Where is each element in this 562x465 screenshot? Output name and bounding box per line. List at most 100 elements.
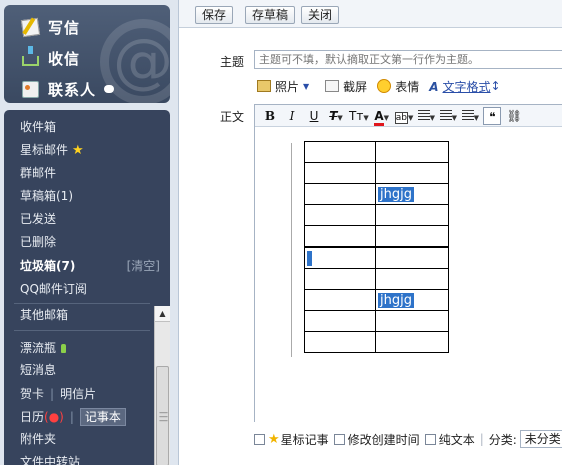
quote-button[interactable]: ❝ <box>483 106 502 125</box>
photo-dropdown-icon[interactable]: ▼ <box>303 82 309 91</box>
folder-other-mailboxes[interactable]: 其他邮箱 <box>20 304 68 326</box>
folder-sent[interactable]: 已发送 <box>20 208 56 230</box>
modify-time-label: 修改创建时间 <box>347 432 420 447</box>
table-cell[interactable] <box>304 162 376 184</box>
font-a-icon: A <box>429 80 439 94</box>
app-postcard[interactable]: 明信片 <box>60 387 96 401</box>
table-cell[interactable] <box>304 289 376 311</box>
indent-button[interactable]: ▼ <box>461 107 479 125</box>
starred-note-option[interactable]: ★ 星标记事 <box>254 431 329 448</box>
table-cell[interactable] <box>375 141 449 163</box>
chat-bubble-icon[interactable] <box>104 85 115 93</box>
nav-divider <box>14 330 150 331</box>
table-cell[interactable] <box>304 310 376 332</box>
chevron-down-icon: ▼ <box>363 113 369 122</box>
app-attachments[interactable]: 附件夹 <box>20 428 56 450</box>
app-calendar-row: 日历(●) | 记事本 <box>20 406 126 428</box>
clear-format-button[interactable]: T▼ <box>327 107 345 125</box>
bg-color-button[interactable]: ab▼ <box>394 107 413 125</box>
contacts-button[interactable]: 联系人 <box>22 77 115 101</box>
table-cell[interactable] <box>304 204 376 226</box>
link-button[interactable]: ⛓ <box>505 107 523 125</box>
editor-content[interactable]: jhgjg jhgjg <box>255 128 562 422</box>
table-cell[interactable] <box>304 183 376 205</box>
emoticon-label: 表情 <box>395 79 420 94</box>
table-cell[interactable] <box>375 247 449 269</box>
inbox-download-icon <box>22 46 39 66</box>
table-cell[interactable] <box>304 268 376 290</box>
app-short-message[interactable]: 短消息 <box>20 359 56 381</box>
table-cell[interactable] <box>375 331 449 353</box>
folder-deleted[interactable]: 已删除 <box>20 231 56 253</box>
content-table[interactable]: jhgjg <box>304 247 449 353</box>
chevron-down-icon: ▼ <box>337 113 343 122</box>
modify-time-checkbox[interactable] <box>333 433 345 445</box>
content-table[interactable]: jhgjg <box>304 141 449 247</box>
calendar-badge: (●) <box>44 410 64 424</box>
close-button[interactable]: 关闭 <box>301 6 340 24</box>
table-cell[interactable] <box>304 331 376 353</box>
list-button[interactable]: ▼ <box>439 107 457 125</box>
table-cell[interactable] <box>304 141 376 163</box>
text-format-button[interactable]: A 文字格式 ↕ <box>429 78 500 95</box>
table-row <box>304 247 449 269</box>
table-cell[interactable] <box>375 204 449 226</box>
folder-starred-label: 星标邮件 <box>20 143 69 157</box>
app-drift-bottle[interactable]: 漂流瓶 <box>20 337 67 359</box>
italic-button[interactable]: I <box>283 107 301 125</box>
folder-group-mail[interactable]: 群邮件 <box>20 162 56 184</box>
starred-note-checkbox[interactable] <box>254 433 265 445</box>
table-cell[interactable] <box>375 268 449 290</box>
table-row <box>304 310 449 332</box>
subject-input[interactable] <box>254 50 562 69</box>
table-cell[interactable]: jhgjg <box>375 183 449 205</box>
table-cell[interactable] <box>375 225 449 247</box>
bold-button[interactable]: B <box>261 107 279 125</box>
quick-actions-panel: @ 写信 收信 联系人 <box>4 5 170 103</box>
nav-scrollbar[interactable]: ▲ — — — <box>154 306 170 465</box>
font-size-icon: Tт <box>349 108 364 123</box>
font-size-button[interactable]: Tт▼ <box>349 107 369 125</box>
table-cell[interactable] <box>304 225 376 247</box>
folder-starred[interactable]: 星标邮件 ★ <box>20 139 84 161</box>
scroll-up-arrow-icon[interactable]: ▲ <box>155 306 170 322</box>
table-cell[interactable] <box>304 247 376 269</box>
folder-drafts[interactable]: 草稿箱(1) <box>20 185 73 207</box>
emoticon-button[interactable]: 表情 <box>377 78 419 95</box>
compose-label: 写信 <box>48 18 81 37</box>
scroll-thumb[interactable]: — — — <box>156 366 169 465</box>
save-button[interactable]: 保存 <box>195 6 234 24</box>
table-cell[interactable] <box>375 162 449 184</box>
plain-text-option[interactable]: 纯文本 <box>424 431 475 448</box>
insert-photo-button[interactable]: 照片 ▼ <box>257 78 315 95</box>
align-button[interactable]: ▼ <box>417 107 435 125</box>
compose-button[interactable]: 写信 <box>20 15 81 39</box>
font-color-button[interactable]: A▼ <box>373 107 391 126</box>
scroll-grip-icon: — — — <box>159 408 168 426</box>
table-cell[interactable]: jhgjg <box>375 289 449 311</box>
bg-color-icon: ab <box>394 111 408 124</box>
folder-inbox[interactable]: 收件箱 <box>20 116 56 138</box>
plain-text-label: 纯文本 <box>438 432 475 447</box>
category-select[interactable]: 未分类 <box>519 430 562 448</box>
junk-clear-link[interactable]: [清空] <box>127 255 160 277</box>
folder-junk-label: 垃圾箱(7) <box>20 259 76 273</box>
save-draft-button[interactable]: 存草稿 <box>245 6 296 24</box>
note-editor: 保存 存草稿 关闭 主题 照片 ▼ 截屏 表情 A 文字格式↕ 正文 B I U… <box>178 0 562 465</box>
app-greeting-card[interactable]: 贺卡 <box>20 387 44 401</box>
inbox-button[interactable]: 收信 <box>22 46 80 70</box>
underline-button[interactable]: U <box>305 107 323 125</box>
text-cursor-selection <box>307 250 312 266</box>
folder-junk[interactable]: 垃圾箱(7) [清空] <box>20 255 168 277</box>
app-file-transfer[interactable]: 文件中转站 <box>20 451 80 465</box>
folder-subscriptions[interactable]: QQ邮件订阅 <box>20 278 87 300</box>
plain-text-checkbox[interactable] <box>424 433 436 445</box>
app-notebook[interactable]: 记事本 <box>79 408 126 426</box>
app-calendar[interactable]: 日历 <box>20 410 44 424</box>
screenshot-button[interactable]: 截屏 <box>325 78 367 95</box>
photo-icon <box>257 80 271 92</box>
modify-time-option[interactable]: 修改创建时间 <box>333 431 420 448</box>
table-cell[interactable] <box>375 310 449 332</box>
chevron-down-icon: ▼ <box>383 113 390 122</box>
selected-text: jhgjg <box>378 186 414 202</box>
